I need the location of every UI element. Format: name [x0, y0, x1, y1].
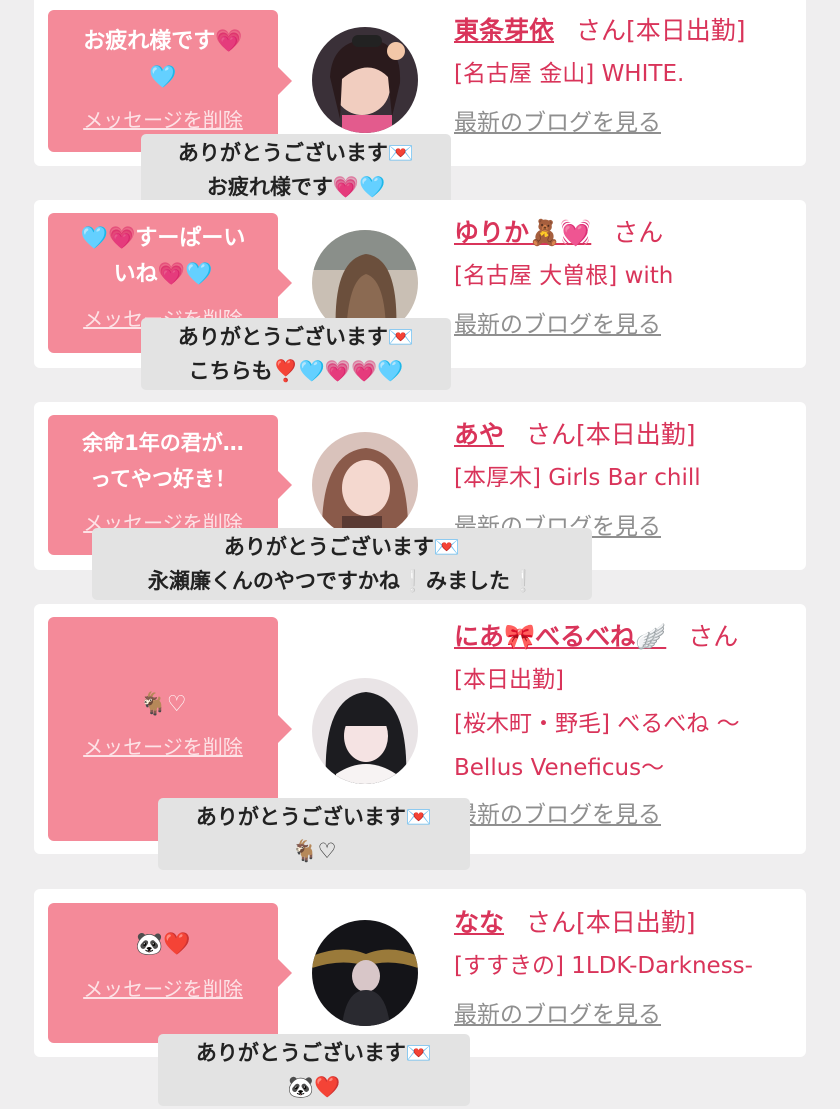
blog-link[interactable]: 最新のブログを見る	[454, 998, 804, 1032]
cast-name-link[interactable]: あや	[454, 416, 504, 454]
blog-link[interactable]: 最新のブログを見る	[454, 798, 804, 832]
message-text: 余命1年の君が… ってやつ好き！	[82, 431, 244, 491]
delete-message-link[interactable]: メッセージを削除	[83, 973, 243, 1002]
cast-status-line: [本日出勤]	[454, 667, 564, 693]
cast-status: さん	[688, 622, 739, 651]
avatar[interactable]	[312, 27, 418, 133]
cast-info: 東条芽依 さん[本日出勤] [名古屋 金山] WHITE. 最新のブログを見る	[454, 12, 804, 140]
cast-info: あや さん[本日出勤] [本厚木] Girls Bar chill 最新のブログ…	[454, 416, 804, 544]
avatar[interactable]	[312, 920, 418, 1026]
message-text: 🩵💗すーぱーい いね💗🩵	[80, 226, 246, 287]
cast-info: にあ🎀べるべね🪽 さん [本日出勤] [桜木町・野毛] べるべね 〜 Bellu…	[454, 618, 804, 832]
message-text: 🐐♡	[139, 692, 187, 717]
blog-link[interactable]: 最新のブログを見る	[454, 308, 804, 342]
avatar[interactable]	[312, 678, 418, 784]
shop-name: [名古屋 金山] WHITE.	[454, 61, 685, 87]
shop-name: [すすきの] 1LDK-Darkness-	[454, 953, 753, 979]
cast-name-link[interactable]: ゆりか🧸💓	[454, 214, 591, 252]
reply-bubble: ありがとうございます💌 お疲れ様です💗🩵	[141, 134, 451, 206]
shop-name: [本厚木] Girls Bar chill	[454, 465, 701, 491]
reply-bubble: ありがとうございます💌 🐐♡	[158, 798, 470, 870]
cast-name-link[interactable]: なな	[454, 904, 504, 942]
cast-info: ゆりか🧸💓 さん [名古屋 大曽根] with 最新のブログを見る	[454, 214, 804, 342]
message-bubble: お疲れ様です💗 🩵 メッセージを削除	[48, 10, 292, 152]
delete-message-link[interactable]: メッセージを削除	[83, 731, 243, 760]
cast-status: さん	[613, 218, 664, 247]
message-text: 🐼❤️	[135, 932, 191, 957]
cast-info: なな さん[本日出勤] [すすきの] 1LDK-Darkness- 最新のブログ…	[454, 904, 804, 1032]
cast-name-link[interactable]: にあ🎀べるべね🪽	[454, 618, 666, 656]
delete-message-link[interactable]: メッセージを削除	[83, 104, 243, 133]
reply-bubble: ありがとうございます💌 永瀬廉くんのやつですかね❕みました❕	[92, 528, 592, 600]
cast-name-link[interactable]: 東条芽依	[454, 12, 554, 50]
shop-name-continued: Bellus Veneficus〜	[454, 755, 665, 781]
blog-link[interactable]: 最新のブログを見る	[454, 106, 804, 140]
reply-bubble: ありがとうございます💌 🐼❤️	[158, 1034, 470, 1106]
cast-status: さん[本日出勤]	[526, 908, 696, 937]
reply-bubble: ありがとうございます💌 こちらも❣️🩵💗💗🩵	[141, 318, 451, 390]
message-text: お疲れ様です💗 🩵	[83, 29, 243, 90]
avatar[interactable]	[312, 432, 418, 538]
cast-status: さん[本日出勤]	[576, 16, 746, 45]
cast-status: さん[本日出勤]	[526, 420, 696, 449]
message-bubble: 🐼❤️ メッセージを削除	[48, 903, 292, 1043]
shop-name: [名古屋 大曽根] with	[454, 263, 674, 289]
shop-name: [桜木町・野毛] べるべね 〜	[454, 711, 740, 737]
